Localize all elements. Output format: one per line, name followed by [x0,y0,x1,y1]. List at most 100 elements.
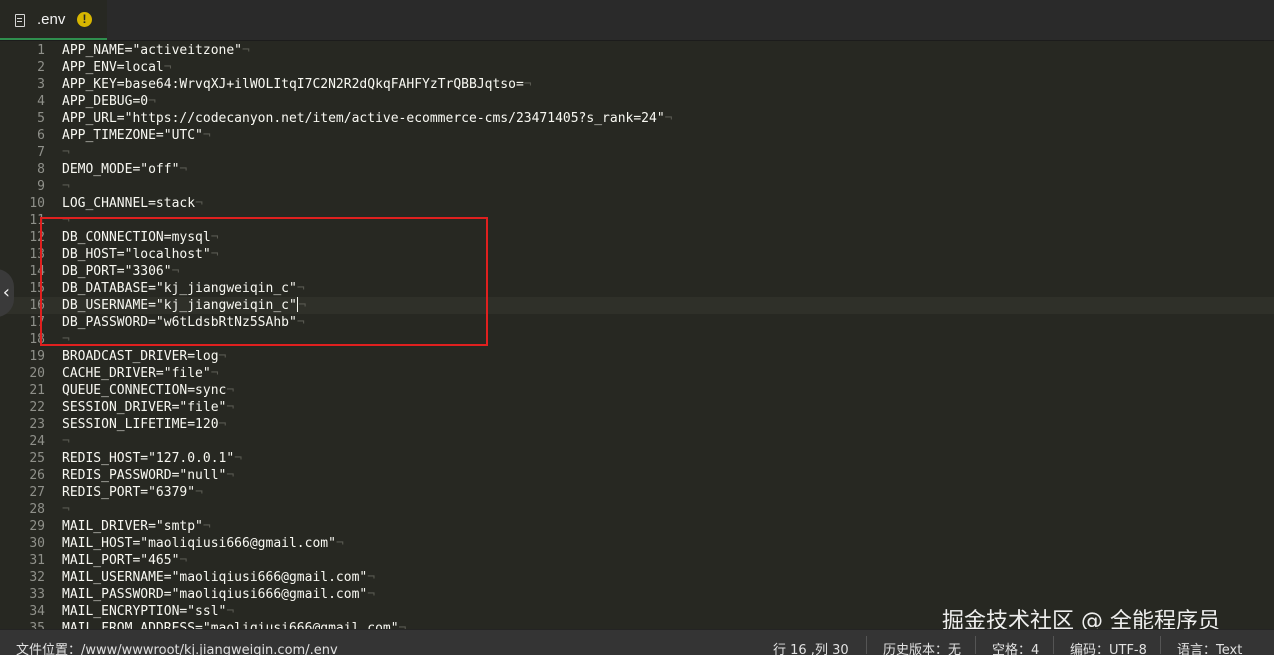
code-line[interactable]: 12 DB_CONNECTION=mysql¬ [0,229,1274,246]
code-line[interactable]: 13 DB_HOST="localhost"¬ [0,246,1274,263]
eol-marker: ¬ [218,417,227,432]
eol-marker: ¬ [148,94,156,109]
line-content: MAIL_PASSWORD="maoliqiusi666@gmail.com" [62,587,368,602]
line-content: MAIL_HOST="maoliqiusi666@gmail.com" [62,536,336,551]
code-line[interactable]: 32 MAIL_USERNAME="maoliqiusi666@gmail.com… [0,569,1274,586]
line-number: 29 [29,519,45,534]
eol-marker: ¬ [234,451,243,466]
line-content: SESSION_DRIVER="file" [62,400,227,415]
line-content: LOG_CHANNEL=stack [62,196,196,211]
divider [866,636,867,654]
eol-marker: ¬ [62,145,70,160]
line-number: 7 [37,145,45,160]
indent-setting[interactable]: 空格：4 [992,639,1039,655]
line-content: DB_HOST="localhost" [62,247,211,262]
status-bar: 文件位置：/www/wwwroot/kj.jiangweiqin.com/.en… [0,629,1274,655]
line-content: REDIS_HOST="127.0.0.1" [62,451,235,466]
language-setting[interactable]: 语言：Text [1177,639,1242,655]
line-text: APP_DEBUG=0¬ [62,93,156,110]
line-text: ¬ [62,331,70,348]
code-line[interactable]: 7 ¬ [0,144,1274,161]
eol-marker: ¬ [163,60,172,75]
line-text: APP_URL="https://codecanyon.net/item/act… [62,110,672,127]
code-line[interactable]: 29 MAIL_DRIVER="smtp"¬ [0,518,1274,535]
code-line[interactable]: 25 REDIS_HOST="127.0.0.1"¬ [0,450,1274,467]
code-line[interactable]: 19 BROADCAST_DRIVER=log¬ [0,348,1274,365]
line-content: APP_URL="https://codecanyon.net/item/act… [62,111,665,126]
code-line[interactable]: 30 MAIL_HOST="maoliqiusi666@gmail.com"¬ [0,535,1274,552]
line-number: 8 [37,162,45,177]
eol-marker: ¬ [523,77,532,92]
line-text: APP_TIMEZONE="UTC"¬ [62,127,211,144]
line-number: 17 [29,315,45,330]
line-content: BROADCAST_DRIVER=log [62,349,219,364]
line-content: DB_DATABASE="kj_jiangweiqin_c" [62,281,297,296]
line-text: MAIL_ENCRYPTION="ssl"¬ [62,603,234,620]
line-content: APP_KEY=base64:WrvqXJ+ilWOLItqI7C2N2R2dQ… [62,77,524,92]
line-text: MAIL_HOST="maoliqiusi666@gmail.com"¬ [62,535,344,552]
line-text: DB_CONNECTION=mysql¬ [62,229,219,246]
eol-marker: ¬ [179,553,188,568]
line-text: DB_PORT="3306"¬ [62,263,179,280]
eol-marker: ¬ [296,315,305,330]
line-text: ¬ [62,212,70,229]
line-number: 23 [29,417,45,432]
code-line[interactable]: 4 APP_DEBUG=0¬ [0,93,1274,110]
code-line[interactable]: 3 APP_KEY=base64:WrvqXJ+ilWOLItqI7C2N2R2d… [0,76,1274,93]
line-number: 26 [29,468,45,483]
code-line[interactable]: 9 ¬ [0,178,1274,195]
line-number: 34 [29,604,45,619]
line-text: REDIS_HOST="127.0.0.1"¬ [62,450,242,467]
line-number: 11 [29,213,45,228]
line-number: 3 [37,77,45,92]
line-text: APP_ENV=local¬ [62,59,172,76]
line-number: 9 [37,179,45,194]
tab-label: .env [37,11,66,28]
code-line[interactable]: 6 APP_TIMEZONE="UTC"¬ [0,127,1274,144]
code-line[interactable]: 24 ¬ [0,433,1274,450]
code-line[interactable]: 2 APP_ENV=local¬ [0,59,1274,76]
code-line[interactable]: 5 APP_URL="https://codecanyon.net/item/ac… [0,110,1274,127]
line-text: MAIL_PASSWORD="maoliqiusi666@gmail.com"¬ [62,586,375,603]
line-number: 1 [37,43,45,58]
code-line[interactable]: 26 REDIS_PASSWORD="null"¬ [0,467,1274,484]
line-content: QUEUE_CONNECTION=sync [62,383,227,398]
code-line[interactable]: 11 ¬ [0,212,1274,229]
history-version[interactable]: 历史版本：无 [883,639,961,655]
eol-marker: ¬ [62,434,70,449]
divider [975,636,976,654]
line-content: MAIL_DRIVER="smtp" [62,519,203,534]
code-line[interactable]: 21 QUEUE_CONNECTION=sync¬ [0,382,1274,399]
code-line[interactable]: 18 ¬ [0,331,1274,348]
eol-marker: ¬ [195,196,203,211]
code-line[interactable]: 31 MAIL_PORT="465"¬ [0,552,1274,569]
eol-marker: ¬ [62,502,70,517]
cursor-position[interactable]: 行 16 ,列 30 [773,639,849,655]
code-line[interactable]: 10 LOG_CHANNEL=stack¬ [0,195,1274,212]
code-line[interactable]: 1 APP_NAME="activeitzone"¬ [0,42,1274,59]
file-icon [15,14,25,27]
code-line[interactable]: 15 DB_DATABASE="kj_jiangweiqin_c"¬ [0,280,1274,297]
line-content: APP_ENV=local [62,60,164,75]
code-line[interactable]: 17 DB_PASSWORD="w6tLdsbRtNz5SAhb"¬ [0,314,1274,331]
code-line[interactable]: 22 SESSION_DRIVER="file"¬ [0,399,1274,416]
code-line[interactable]: 14 DB_PORT="3306"¬ [0,263,1274,280]
code-line[interactable]: 16 DB_USERNAME="kj_jiangweiqin_c" ¬ [0,297,1274,314]
code-editor[interactable]: 1 APP_NAME="activeitzone"¬ 2 APP_ENV=local¬… [0,41,1274,629]
code-line[interactable]: 8 DEMO_MODE="off"¬ [0,161,1274,178]
line-content: DB_PORT="3306" [62,264,172,279]
line-text: DEMO_MODE="off"¬ [62,161,187,178]
tab-env-file[interactable]: .env ! [0,0,107,40]
line-content: REDIS_PASSWORD="null" [62,468,227,483]
code-line[interactable]: 33 MAIL_PASSWORD="maoliqiusi666@gmail.com… [0,586,1274,603]
code-line[interactable]: 28 ¬ [0,501,1274,518]
code-line[interactable]: 23 SESSION_LIFETIME=120¬ [0,416,1274,433]
code-line[interactable]: 20 CACHE_DRIVER="file"¬ [0,365,1274,382]
warning-icon[interactable]: ! [77,12,92,27]
code-line[interactable]: 27 REDIS_PORT="6379"¬ [0,484,1274,501]
line-number: 21 [29,383,45,398]
eol-marker: ¬ [664,111,673,126]
line-number: 12 [29,230,45,245]
encoding-setting[interactable]: 编码：UTF-8 [1070,639,1147,655]
line-text: ¬ [62,144,70,161]
